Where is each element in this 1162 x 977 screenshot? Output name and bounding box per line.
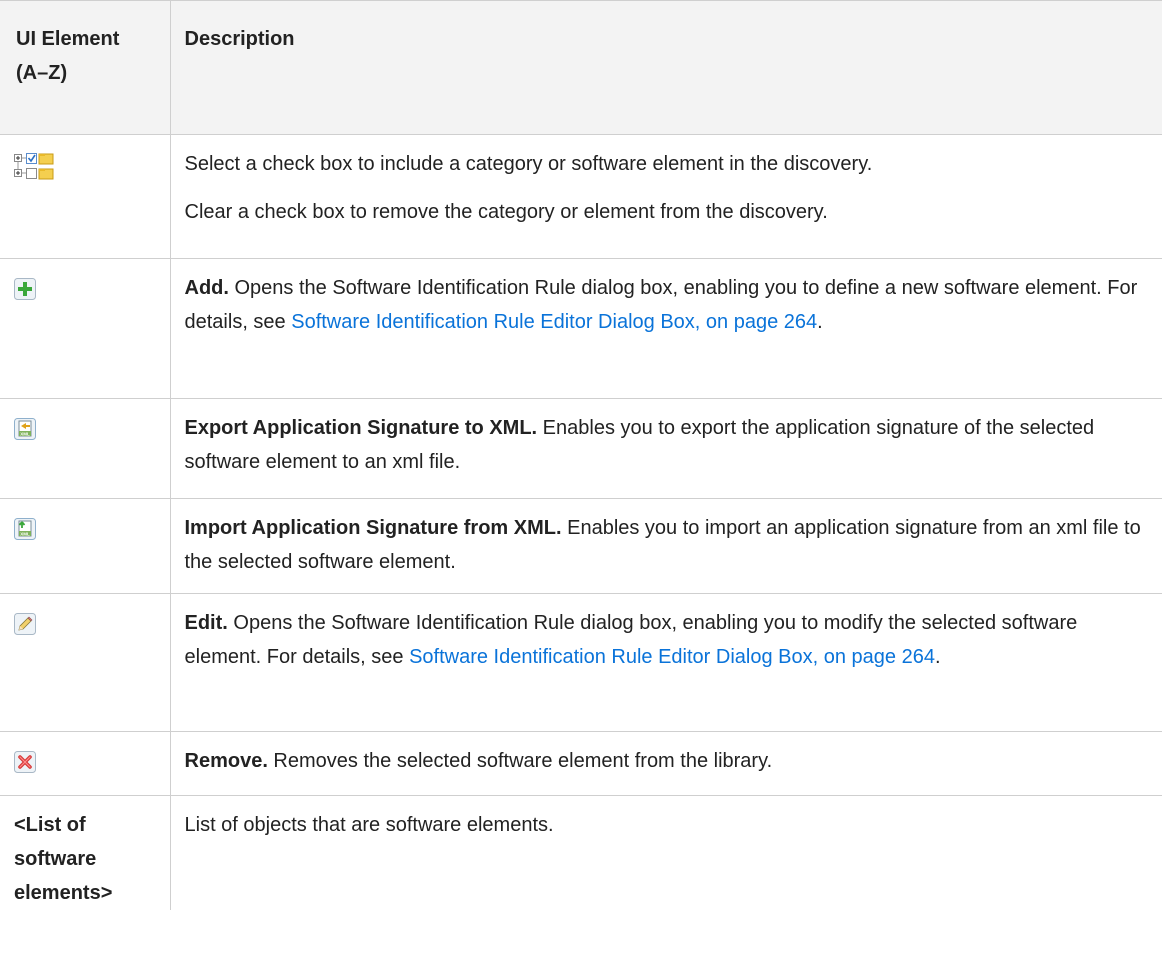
trailing-punct: . xyxy=(934,646,941,668)
ui-element-term: Add. xyxy=(184,277,229,299)
ui-element-cell xyxy=(0,731,171,796)
header-ui-element: UI Element (A–Z) xyxy=(0,0,171,135)
export-xml-icon[interactable]: XML xyxy=(14,417,36,451)
tree-checkbox-folder-icons xyxy=(14,153,54,183)
svg-text:XML: XML xyxy=(20,531,30,536)
description-cell: Export Application Signature to XML. Ena… xyxy=(169,398,1162,499)
table-row: Remove. Removes the selected software el… xyxy=(0,731,1162,796)
add-icon[interactable] xyxy=(14,277,36,311)
table-row: XML Export Application Signature to XML.… xyxy=(0,398,1162,499)
table-header-row: UI Element (A–Z) Description xyxy=(0,0,1162,135)
ui-element-cell xyxy=(0,258,171,399)
description-cell: Remove. Removes the selected software el… xyxy=(169,731,1162,796)
ui-elements-table: UI Element (A–Z) Description Select a ch… xyxy=(0,0,1162,910)
table-row: Select a check box to include a category… xyxy=(0,134,1162,259)
description-text: Remove. Removes the selected software el… xyxy=(185,744,1155,778)
svg-text:XML: XML xyxy=(20,431,30,436)
ui-element-name: <List of software elements> xyxy=(0,795,171,910)
description-cell: Import Application Signature from XML. E… xyxy=(169,498,1162,594)
description-cell: Select a check box to include a category… xyxy=(169,134,1162,259)
description-text: Edit. Opens the Software Identification … xyxy=(185,606,1155,674)
ui-element-term: Import Application Signature from XML. xyxy=(184,517,562,539)
ui-element-cell: XML xyxy=(0,498,171,594)
description-text: Export Application Signature to XML. Ena… xyxy=(185,411,1155,479)
description-cell: Edit. Opens the Software Identification … xyxy=(169,593,1162,732)
remove-icon[interactable] xyxy=(14,750,36,784)
table-row: <List of software elements> List of obje… xyxy=(0,795,1162,910)
description-text: Import Application Signature from XML. E… xyxy=(185,511,1155,579)
ui-element-cell xyxy=(0,134,171,259)
edit-pencil-icon[interactable] xyxy=(14,612,36,646)
description-text: List of objects that are software elemen… xyxy=(184,814,554,836)
table-row: XML Import Application Signature from XM… xyxy=(0,498,1162,594)
description-text: Select a check box to include a category… xyxy=(184,153,873,175)
description-cell: List of objects that are software elemen… xyxy=(169,795,1162,910)
table-row: Edit. Opens the Software Identification … xyxy=(0,593,1162,732)
ui-element-term: Export Application Signature to XML. xyxy=(184,417,538,439)
header-ui-element-line1: UI Element xyxy=(16,28,120,50)
ui-element-cell xyxy=(0,593,171,732)
table-row: Add. Opens the Software Identification R… xyxy=(0,258,1162,399)
import-xml-icon[interactable]: XML xyxy=(14,517,36,551)
ui-element-term: Edit. xyxy=(184,612,228,634)
description-body: Removes the selected software element fr… xyxy=(267,750,773,772)
description-cell: Add. Opens the Software Identification R… xyxy=(169,258,1162,399)
see-also-link[interactable]: Software Identification Rule Editor Dial… xyxy=(409,646,935,668)
header-ui-element-line2: (A–Z) xyxy=(16,62,68,84)
ui-element-cell: XML xyxy=(0,398,171,499)
description-text: Clear a check box to remove the category… xyxy=(184,201,828,223)
ui-element-term: Remove. xyxy=(184,750,268,772)
header-description: Description xyxy=(169,0,1162,135)
trailing-punct: . xyxy=(817,311,823,333)
description-text: Add. Opens the Software Identification R… xyxy=(185,271,1155,339)
see-also-link[interactable]: Software Identification Rule Editor Dial… xyxy=(291,311,817,333)
